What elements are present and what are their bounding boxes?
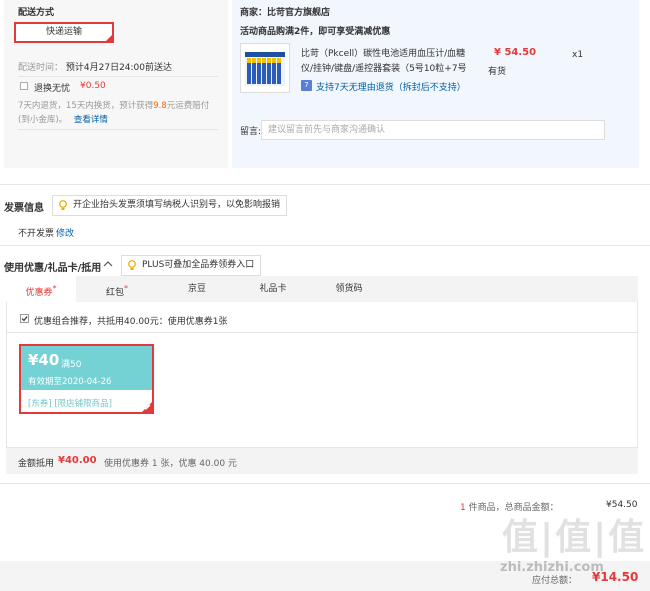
store-name[interactable]: 商家：比苛官方旗舰店 (240, 5, 330, 18)
insurance-price: ¥0.50 (80, 81, 106, 91)
discount-tabs: 优惠券* 红包* 京豆 礼品卡 领货码 (6, 276, 638, 302)
product-name[interactable]: 比苛（Pkcell）碳性电池适用血压计/血糖 仪/挂钟/键盘/遥控器套装（5号1… (301, 47, 481, 77)
insurance-checkbox[interactable] (20, 82, 28, 90)
plus-tip-text: PLUS可叠加全品券领券入口 (142, 260, 255, 270)
watermark-url: zhi.zhizhi.com (500, 560, 604, 575)
divider (18, 129, 218, 130)
product-quantity: x1 (572, 50, 584, 60)
discount-summary (6, 448, 638, 474)
tab-redpacket[interactable]: 红包* (92, 276, 142, 302)
delivery-time-label: 配送时间： (18, 63, 64, 73)
coupon-expiry: 有效期至2020-04-26 (28, 377, 112, 387)
summary-desc: 使用优惠券 1 张，优惠 40.00 元 (104, 459, 237, 469)
item-count: 1 (460, 503, 466, 513)
combo-checkbox[interactable] (20, 314, 29, 323)
invoice-title: 发票信息 (4, 203, 44, 214)
battery-pack-icon (245, 52, 285, 86)
insurance-desc-num: 9.8 (153, 101, 167, 111)
coupon-tag-dong: [东券] (28, 399, 52, 409)
insurance-desc-line2: (到小金库)。 查看详情 (18, 113, 108, 125)
tab-redeem-code[interactable]: 领货码 (324, 276, 374, 302)
delivery-time-value: 预计4月27日24:00前送达 (65, 63, 173, 73)
return-policy-icon: 7 (301, 80, 312, 91)
summary-label: 金额抵用 (18, 459, 55, 469)
invoice-edit-link[interactable]: 修改 (56, 226, 74, 239)
tab-coupon[interactable]: 优惠券* (6, 276, 76, 302)
product-name-line1: 比苛（Pkcell）碳性电池适用血压计/血糖 (301, 49, 466, 59)
lightbulb-icon (128, 260, 136, 270)
check-icon (143, 404, 151, 410)
tab-jingdou[interactable]: 京豆 (172, 276, 222, 302)
insurance-detail-link[interactable]: 查看详情 (74, 115, 108, 125)
return-policy-text[interactable]: 支持7天无理由退货（拆封后不支持） (316, 80, 466, 93)
shipping-method-button[interactable]: 快递运输 (14, 22, 114, 43)
plus-tip[interactable]: PLUS可叠加全品券领券入口 (121, 255, 262, 276)
tab-giftcard[interactable]: 礼品卡 (248, 276, 298, 302)
insurance-desc-2: 元运费赔付 (166, 101, 210, 111)
insurance-desc-3: (到小金库)。 (18, 115, 68, 125)
summary-amount: ¥40.00 (58, 455, 97, 466)
store-promo: 活动商品购满2件，即可享受满减优惠 (240, 27, 391, 37)
shipping-title: 配送方式 (18, 8, 55, 18)
product-name-line2: 仪/挂钟/键盘/遥控器套装（5号10粒+7号 (301, 64, 467, 74)
delivery-time: 配送时间： 预计4月27日24:00前送达 (18, 60, 172, 73)
lightbulb-icon (59, 200, 67, 210)
invoice-value: 不开发票 (18, 229, 55, 239)
invoice-tip: 开企业抬头发票须填写纳税人识别号，以免影响报销 (52, 195, 288, 216)
product-price: ¥ 54.50 (494, 47, 537, 58)
divider (6, 332, 638, 333)
combo-text: 优惠组合推荐，共抵用40.00元：使用优惠券1张 (34, 317, 228, 327)
invoice-tip-text: 开企业抬头发票须填写纳税人识别号，以免影响报销 (73, 200, 281, 210)
section-divider (0, 245, 650, 246)
coupon-tag-limit: [限店铺限商品] (54, 399, 112, 409)
insurance-desc-1: 7天内退货，15天内换货，预计获得 (18, 101, 154, 111)
insurance-label: 退换无忧 (34, 84, 71, 94)
coupon-card[interactable]: ¥40 满50 有效期至2020-04-26 [东券] [限店铺限商品] (19, 344, 154, 414)
coupon-amount: ¥40 (28, 351, 60, 369)
insurance-desc: 7天内退货，15天内换货，预计获得9.8元运费赔付 (18, 99, 209, 111)
discount-title[interactable]: 使用优惠/礼品卡/抵用 (4, 259, 101, 274)
coupon-tags: [东券] [限店铺限商品] (28, 397, 112, 409)
section-divider (0, 483, 650, 484)
note-input[interactable]: 建议留言前先与商家沟通确认 (261, 120, 605, 140)
chevron-up-icon[interactable] (103, 259, 113, 269)
watermark-logo: 值|值|值 (502, 517, 647, 558)
stock-status: 有货 (488, 67, 507, 77)
note-label: 留言: (240, 127, 262, 137)
product-image[interactable] (240, 43, 290, 93)
divider (18, 76, 218, 77)
coupon-condition: 满50 (61, 360, 82, 370)
section-divider (0, 184, 650, 185)
